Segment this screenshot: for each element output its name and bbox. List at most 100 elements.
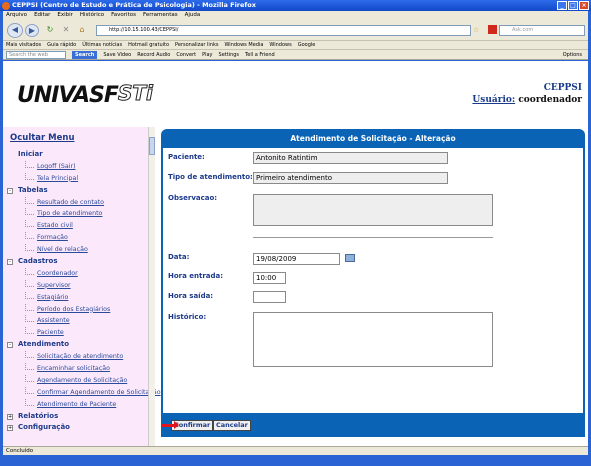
menu-section[interactable]: Iniciar <box>7 149 151 161</box>
menu-link[interactable]: Nível de relação <box>7 244 151 256</box>
menu-link[interactable]: Solicitação de atendimento <box>7 351 151 363</box>
bookmark-item[interactable]: Mais visitados <box>6 41 41 49</box>
app-name: CEPPSI <box>543 83 582 93</box>
menu-link[interactable]: Logoff (Sair) <box>7 160 151 173</box>
options-button[interactable]: Options <box>563 50 588 59</box>
form-body: Paciente: Antonito Ratintim Tipo de aten… <box>161 148 585 415</box>
menu-link[interactable]: Supervisor <box>7 279 151 292</box>
menu-link[interactable]: Estado civil <box>7 220 151 232</box>
sidebar-scrollbar[interactable] <box>148 127 155 446</box>
menu-link[interactable]: Paciente <box>7 327 151 339</box>
minimize-button[interactable]: _ <box>557 1 567 10</box>
menu-link[interactable]: Tela Principal <box>7 172 151 185</box>
scrollbar-thumb[interactable] <box>149 137 155 155</box>
firefox-icon <box>2 2 10 10</box>
menu-link[interactable]: Confirmar Agendamento de Solicitação <box>7 386 161 399</box>
collapse-icon[interactable]: - <box>7 342 13 349</box>
search-engine-input[interactable]: Ask.com <box>499 25 585 36</box>
menu-tree: Iniciar Logoff (Sair) Tela Principal - Tabel… <box>7 149 161 434</box>
paciente-field[interactable]: Antonito Ratintim <box>253 152 448 164</box>
bookmark-item[interactable]: Windows <box>269 41 291 49</box>
back-arrow-icon[interactable]: ◀ <box>7 23 23 38</box>
maximize-button[interactable]: □ <box>568 1 578 10</box>
menu-section[interactable]: - Tabelas <box>7 185 151 197</box>
status-bar: Concluído <box>3 446 588 455</box>
web-search-button[interactable]: Search <box>72 51 98 59</box>
univasf-logo: UNIVASF <box>17 83 119 108</box>
menu-link[interactable]: Atendimento de Paciente <box>7 398 151 411</box>
window-controls: _ □ × <box>557 1 589 10</box>
close-button[interactable]: × <box>579 1 589 10</box>
bookmark-item[interactable]: Windows Media <box>224 41 263 49</box>
collapse-icon[interactable]: - <box>7 259 13 266</box>
historico-field[interactable] <box>253 312 493 367</box>
window-titlebar: CEPPSI (Centro de Estudo e Prática de Ps… <box>0 0 591 11</box>
reload-icon[interactable]: ↻ <box>43 24 57 37</box>
menu-section[interactable]: + Relatórios <box>7 411 151 423</box>
user-value: coordenador <box>518 95 582 105</box>
menu-section[interactable]: + Configuração <box>7 422 151 434</box>
window-title: CEPPSI (Centro de Estudo e Prática de Ps… <box>12 1 256 9</box>
menu-arquivo[interactable]: Arquivo <box>6 11 27 20</box>
menu-section[interactable]: - Cadastros <box>7 256 151 268</box>
menu-section-label: Cadastros <box>18 257 58 266</box>
bookmark-star-icon[interactable]: ☆ <box>473 26 479 34</box>
user-info: Usuário: coordenador <box>472 95 582 105</box>
menu-link[interactable]: Assistente <box>7 315 151 327</box>
menu-historico[interactable]: Histórico <box>80 11 104 20</box>
divider <box>253 237 493 238</box>
home-icon[interactable]: ⌂ <box>75 24 89 37</box>
bookmark-item[interactable]: Google <box>298 41 316 49</box>
toolbar-item[interactable]: Play <box>202 50 212 59</box>
menu-ajuda[interactable]: Ajuda <box>185 11 201 20</box>
calendar-icon[interactable] <box>345 254 355 262</box>
menu-link[interactable]: Estagiário <box>7 291 151 304</box>
menu-link[interactable]: Período dos Estagiários <box>7 303 151 316</box>
sti-logo: STi <box>118 81 154 106</box>
sidebar-menu: Ocultar Menu Iniciar Logoff (Sair) Tela Pr… <box>3 127 161 446</box>
forward-arrow-icon[interactable]: ▶ <box>25 24 39 37</box>
hide-menu-link[interactable]: Ocultar Menu <box>10 133 75 143</box>
menu-ferramentas[interactable]: Ferramentas <box>143 11 178 20</box>
bookmark-item[interactable]: Personalizar links <box>175 41 218 49</box>
ask-engine-icon[interactable] <box>488 25 497 34</box>
toolbar-item[interactable]: Convert <box>176 50 196 59</box>
navigation-toolbar: ◀ ▶ ↻ ✕ ⌂ http://10.15.100.43/CEPPSI/ ☆ … <box>3 20 588 41</box>
menu-section[interactable]: - Atendimento <box>7 339 151 351</box>
menu-link[interactable]: Coordenador <box>7 267 151 280</box>
cancel-button[interactable]: Cancelar <box>213 420 251 431</box>
menu-editar[interactable]: Editar <box>34 11 50 20</box>
hora-saida-field[interactable] <box>253 291 286 303</box>
bookmark-item[interactable]: Últimas notícias <box>82 41 122 49</box>
expand-icon[interactable]: + <box>7 425 13 432</box>
hora-saida-label: Hora saída: <box>168 292 214 300</box>
hora-entrada-field[interactable]: 10:00 <box>253 272 286 284</box>
menu-link[interactable]: Encaminhar solicitação <box>7 363 151 375</box>
menu-section-label: Atendimento <box>18 340 70 349</box>
menu-link[interactable]: Resultado de contato <box>7 196 151 209</box>
menu-link[interactable]: Tipo de atendimento <box>7 208 151 220</box>
collapse-icon[interactable]: - <box>7 187 13 194</box>
bookmark-item[interactable]: Hotmail gratuito <box>128 41 169 49</box>
observacao-field[interactable] <box>253 194 493 226</box>
expand-icon[interactable]: + <box>7 413 13 420</box>
web-search-input[interactable]: Search the web <box>6 51 66 59</box>
page-header: UNIVASF STi CEPPSI Usuário: coordenador <box>3 61 588 127</box>
pointer-arrow-icon <box>161 421 179 429</box>
toolbar-item[interactable]: Tell a Friend <box>245 50 275 59</box>
menu-exibir[interactable]: Exibir <box>57 11 73 20</box>
form-footer: Confirmar Cancelar <box>161 415 585 437</box>
toolbar-item[interactable]: Settings <box>219 50 240 59</box>
menu-favoritos[interactable]: Favoritos <box>111 11 136 20</box>
tipo-atendimento-field[interactable]: Primeiro atendimento <box>253 172 448 184</box>
toolbar-item[interactable]: Save Video <box>103 50 131 59</box>
tipo-atendimento-label: Tipo de atendimento: <box>168 173 253 181</box>
toolbar-item[interactable]: Record Audio <box>137 50 170 59</box>
data-field[interactable]: 19/08/2009 <box>253 253 340 265</box>
stop-icon[interactable]: ✕ <box>59 24 73 37</box>
bookmarks-toolbar: Mais visitados Guia rápido Últimas notíc… <box>3 41 588 50</box>
menu-link[interactable]: Formação <box>7 232 151 244</box>
url-bar[interactable]: http://10.15.100.43/CEPPSI/ <box>96 25 471 36</box>
menu-link[interactable]: Agendamento de Solicitação <box>7 374 151 387</box>
bookmark-item[interactable]: Guia rápido <box>47 41 76 49</box>
